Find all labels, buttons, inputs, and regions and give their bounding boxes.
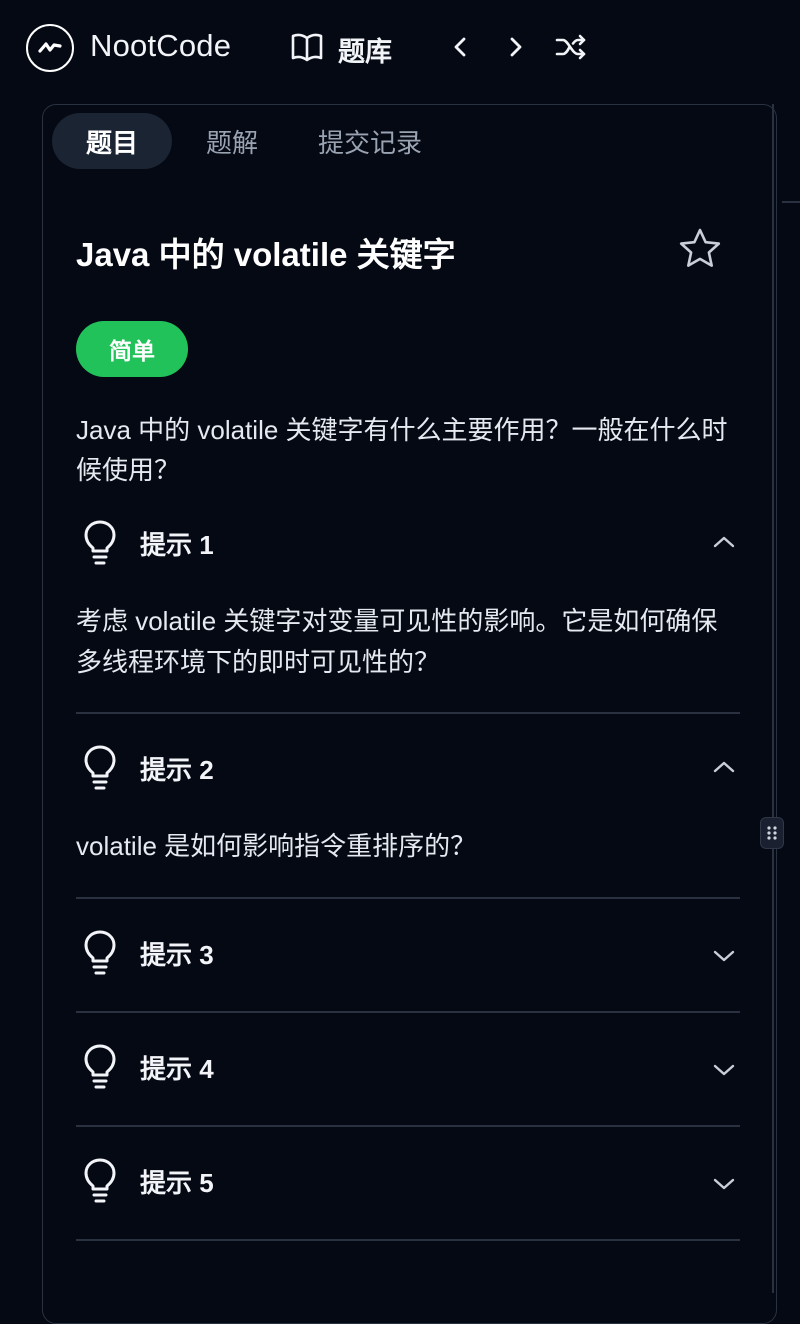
nootcode-logo-icon[interactable]: [26, 24, 74, 72]
hint-divider: [76, 712, 740, 714]
hint-divider: [76, 1011, 740, 1013]
lightbulb-icon: [84, 1158, 116, 1203]
lightbulb-icon: [84, 1044, 116, 1089]
hint-divider: [76, 1125, 740, 1127]
book-open-icon[interactable]: [290, 32, 324, 62]
hint-header-2[interactable]: 提示 2: [76, 737, 740, 797]
hint-header-5[interactable]: 提示 5: [76, 1150, 740, 1210]
chevron-up-icon[interactable]: [710, 528, 738, 556]
hint-title: 提示 3: [140, 940, 214, 970]
hint-header-3[interactable]: 提示 3: [76, 922, 740, 982]
problem-title: Java 中的 volatile 关键字: [76, 236, 456, 273]
top-bar: NootCode 题库: [0, 0, 800, 96]
difficulty-badge: 简单: [76, 321, 188, 377]
brand-name[interactable]: NootCode: [90, 28, 231, 64]
hint-body-1: 考虑 volatile 关键字对变量可见性的影响。它是如何确保多线程环境下的即时…: [76, 606, 718, 677]
hint-header-1[interactable]: 提示 1: [76, 512, 740, 572]
chevron-left-icon[interactable]: [446, 32, 476, 62]
editor-panel-edge: [782, 201, 800, 203]
hint-title: 提示 5: [140, 1168, 214, 1198]
chevron-up-icon[interactable]: [710, 753, 738, 781]
tab-problem[interactable]: 题目: [52, 113, 172, 169]
hint-header-4[interactable]: 提示 4: [76, 1036, 740, 1096]
hint-title: 提示 2: [140, 755, 214, 785]
hint-title: 提示 1: [140, 530, 214, 560]
question-text: Java 中的 volatile 关键字有什么主要作用？一般在什么时候使用？: [76, 415, 728, 485]
drag-handle-icon[interactable]: [760, 817, 784, 849]
hint-title: 提示 4: [140, 1054, 214, 1084]
tab-submissions[interactable]: 提交记录: [304, 113, 436, 169]
lightbulb-icon: [84, 520, 116, 565]
hint-divider: [76, 1239, 740, 1241]
hint-divider: [76, 897, 740, 899]
tab-solution[interactable]: 题解: [184, 113, 280, 169]
star-icon[interactable]: [676, 226, 724, 272]
hint-body-2: volatile 是如何影响指令重排序的？: [76, 831, 477, 861]
chevron-down-icon[interactable]: [710, 1056, 738, 1084]
lightbulb-icon: [84, 930, 116, 975]
panel-divider: [772, 104, 774, 1293]
chevron-down-icon[interactable]: [710, 1170, 738, 1198]
shuffle-icon[interactable]: [554, 31, 588, 63]
chevron-down-icon[interactable]: [710, 942, 738, 970]
library-link[interactable]: 题库: [338, 30, 392, 69]
chevron-right-icon[interactable]: [500, 32, 530, 62]
problem-panel: [42, 104, 777, 1324]
lightbulb-icon: [84, 745, 116, 790]
